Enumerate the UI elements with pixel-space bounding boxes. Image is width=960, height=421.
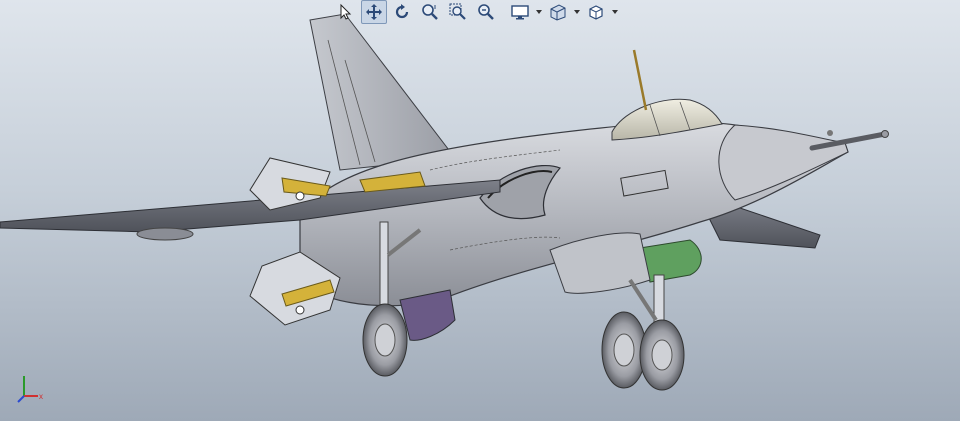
- triad-axis-z: [17, 395, 25, 403]
- chevron-down-icon: [574, 10, 580, 14]
- triad-x-label: x: [39, 392, 43, 401]
- zoom-to-area-icon: [449, 3, 466, 20]
- zoom-to-fit-icon: [478, 4, 494, 20]
- section-view-button[interactable]: [545, 0, 571, 24]
- pan-button[interactable]: [361, 0, 387, 24]
- zoom-to-fit-button[interactable]: [473, 0, 499, 24]
- zoom-to-area-button[interactable]: [445, 0, 471, 24]
- select-icon: [340, 3, 352, 20]
- display-style-dropdown[interactable]: [535, 1, 543, 23]
- zoom-button[interactable]: [417, 0, 443, 24]
- display-style-button[interactable]: [507, 0, 533, 24]
- pan-icon: [366, 4, 382, 20]
- rotate-icon: [395, 4, 409, 19]
- chevron-down-icon: [612, 10, 618, 14]
- heads-up-view-toolbar: [333, 0, 619, 24]
- 3d-viewport[interactable]: [0, 0, 960, 421]
- display-style-icon: [511, 5, 529, 20]
- view-orientation-icon: [589, 5, 603, 20]
- reference-triad: x: [17, 376, 43, 403]
- zoom-icon: [422, 4, 438, 20]
- select-button[interactable]: [333, 0, 359, 24]
- section-view-dropdown[interactable]: [573, 1, 581, 23]
- section-view-icon: [550, 4, 566, 21]
- tail-fin: [309, 13, 456, 171]
- antenna: [632, 49, 648, 111]
- view-orientation-button[interactable]: [583, 0, 609, 24]
- view-orientation-dropdown[interactable]: [611, 1, 619, 23]
- aircraft-model[interactable]: [0, 13, 889, 391]
- rotate-button[interactable]: [389, 0, 415, 24]
- chevron-down-icon: [536, 10, 542, 14]
- nose-landing-gear: [601, 274, 685, 391]
